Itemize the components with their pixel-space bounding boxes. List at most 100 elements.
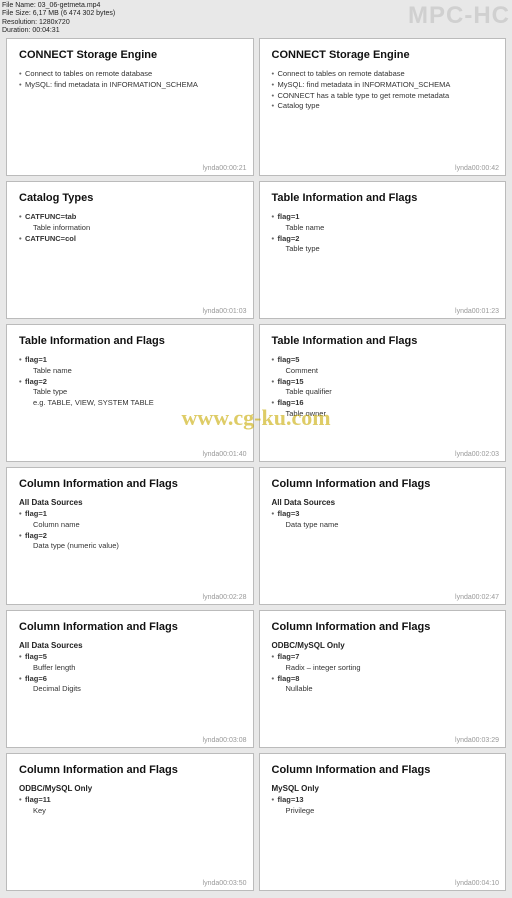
bullet-item: flag=1 (272, 212, 494, 222)
bullet-list: Connect to tables on remote databaseMySQ… (272, 69, 494, 111)
bullet-list: flag=13Privilege (272, 795, 494, 816)
bullet-item: Connect to tables on remote database (19, 69, 241, 79)
slide: Catalog Types CATFUNC=tabTable informatio… (6, 181, 254, 319)
slide: Column Information and Flags ODBC/MySQL O… (259, 610, 507, 748)
bullet-item: CATFUNC=tab (19, 212, 241, 222)
slide: Table Information and Flags flag=1Table n… (259, 181, 507, 319)
bullet-item: flag=1 (19, 509, 241, 519)
slide-footer: lynda00:03:29 (455, 737, 499, 744)
bullet-list: flag=7Radix – integer sortingflag=8Nulla… (272, 652, 494, 694)
bullet-item: flag=2 (19, 377, 241, 387)
slide-footer: lynda00:03:08 (203, 737, 247, 744)
slide: Column Information and Flags ODBC/MySQL O… (6, 753, 254, 891)
slide: Column Information and FlagsAll Data Sou… (259, 467, 507, 605)
bullet-item: Key (19, 806, 241, 816)
slide-title: Catalog Types (19, 192, 241, 204)
header: File Name: 03_06-getmeta.mp4 File Size: … (2, 2, 510, 36)
bullet-item: Table type (19, 387, 241, 397)
slide: Column Information and Flags All Data Sou… (6, 610, 254, 748)
bullet-item: flag=2 (19, 531, 241, 541)
slide-title: Table Information and Flags (19, 335, 241, 347)
slide-footer: lynda00:00:42 (455, 165, 499, 172)
bullet-item: flag=6 (19, 674, 241, 684)
bullet-item: flag=8 (272, 674, 494, 684)
bullet-item: flag=16 (272, 398, 494, 408)
slide-title: CONNECT Storage Engine (19, 49, 241, 61)
slide: Column Information and Flags All Data Sou… (6, 467, 254, 605)
bullet-item: Privilege (272, 806, 494, 816)
meta-resolution: Resolution: 1280x720 (2, 19, 115, 27)
bullet-list: flag=11Key (19, 795, 241, 816)
bullet-item: Connect to tables on remote database (272, 69, 494, 79)
slide: Column Information and Flags MySQL Only fl… (259, 753, 507, 891)
bullet-item: Data type name (272, 520, 494, 530)
bullet-item: Table type (272, 244, 494, 254)
slide-subtitle: All Data Sources (19, 641, 241, 650)
bullet-item: MySQL: find metadata in INFORMATION_SCHE… (272, 80, 494, 90)
slide: CONNECT Storage Engine Connect to tables … (259, 38, 507, 176)
bullet-item: CATFUNC=col (19, 234, 241, 244)
bullet-item: flag=5 (272, 355, 494, 365)
slide-footer: lynda00:01:23 (455, 308, 499, 315)
meta-duration: Duration: 00:04:31 (2, 27, 115, 35)
bullet-list: flag=5Commentflag=15Table qualifierflag=… (272, 355, 494, 419)
slide-subtitle: ODBC/MySQL Only (19, 784, 241, 793)
slide: Table Information and Flags flag=5Comment… (259, 324, 507, 462)
slide-title: Column Information and Flags (19, 621, 241, 633)
slide-footer: lynda00:02:28 (203, 594, 247, 601)
slide-title: Table Information and Flags (272, 192, 494, 204)
bullet-item: Nullable (272, 684, 494, 694)
slide-subtitle: All Data Sources (19, 498, 241, 507)
bullet-item: Table qualifier (272, 387, 494, 397)
slide-title: Column Information and Flags (272, 478, 494, 490)
bullet-item: Table name (272, 223, 494, 233)
bullet-item: flag=13 (272, 795, 494, 805)
app-title: MPC-HC (408, 2, 510, 30)
bullet-item: Decimal Digits (19, 684, 241, 694)
bullet-list: flag=1Column nameflag=2Data type (numeri… (19, 509, 241, 551)
bullet-item: Table name (19, 366, 241, 376)
bullet-item: Column name (19, 520, 241, 530)
slide-footer: lynda00:01:03 (203, 308, 247, 315)
bullet-list: CATFUNC=tabTable informationCATFUNC=col (19, 212, 241, 243)
slide-footer: lynda00:02:03 (455, 451, 499, 458)
slide-footer: lynda00:00:21 (203, 165, 247, 172)
bullet-item: flag=15 (272, 377, 494, 387)
slide: CONNECT Storage Engine Connect to tables … (6, 38, 254, 176)
bullet-item: Radix – integer sorting (272, 663, 494, 673)
slide-subtitle: ODBC/MySQL Only (272, 641, 494, 650)
slide-footer: lynda00:03:50 (203, 880, 247, 887)
slide-subtitle: MySQL Only (272, 784, 494, 793)
bullet-list: Connect to tables on remote databaseMySQ… (19, 69, 241, 90)
bullet-item: flag=3 (272, 509, 494, 519)
bullet-list: flag=1Table nameflag=2Table type (272, 212, 494, 254)
file-meta: File Name: 03_06-getmeta.mp4 File Size: … (2, 2, 115, 36)
slide-title: Table Information and Flags (272, 335, 494, 347)
bullet-item: flag=1 (19, 355, 241, 365)
slide-grid: CONNECT Storage Engine Connect to tables … (6, 38, 506, 891)
slide-title: CONNECT Storage Engine (272, 49, 494, 61)
slide-title: Column Information and Flags (19, 764, 241, 776)
bullet-item: Comment (272, 366, 494, 376)
bullet-item: Table owner (272, 409, 494, 419)
slide-title: Column Information and Flags (272, 621, 494, 633)
bullet-item: CONNECT has a table type to get remote m… (272, 91, 494, 101)
slide-footer: lynda00:02:47 (455, 594, 499, 601)
bullet-item: Buffer length (19, 663, 241, 673)
bullet-list: flag=5Buffer lengthflag=6Decimal Digits (19, 652, 241, 694)
bullet-list: flag=1Table nameflag=2Table typee.g. TAB… (19, 355, 241, 408)
bullet-item: MySQL: find metadata in INFORMATION_SCHE… (19, 80, 241, 90)
bullet-item: Data type (numeric value) (19, 541, 241, 551)
meta-filename: File Name: 03_06-getmeta.mp4 (2, 2, 115, 10)
slide: Table Information and Flags flag=1Table n… (6, 324, 254, 462)
bullet-item: Table information (19, 223, 241, 233)
slide-title: Column Information and Flags (272, 764, 494, 776)
bullet-item: flag=5 (19, 652, 241, 662)
bullet-item: flag=7 (272, 652, 494, 662)
slide-title: Column Information and Flags (19, 478, 241, 490)
meta-filesize: File Size: 6,17 MB (6 474 302 bytes) (2, 10, 115, 18)
bullet-item: Catalog type (272, 101, 494, 111)
bullet-item: flag=11 (19, 795, 241, 805)
bullet-item: flag=2 (272, 234, 494, 244)
slide-footer: lynda00:01:40 (203, 451, 247, 458)
